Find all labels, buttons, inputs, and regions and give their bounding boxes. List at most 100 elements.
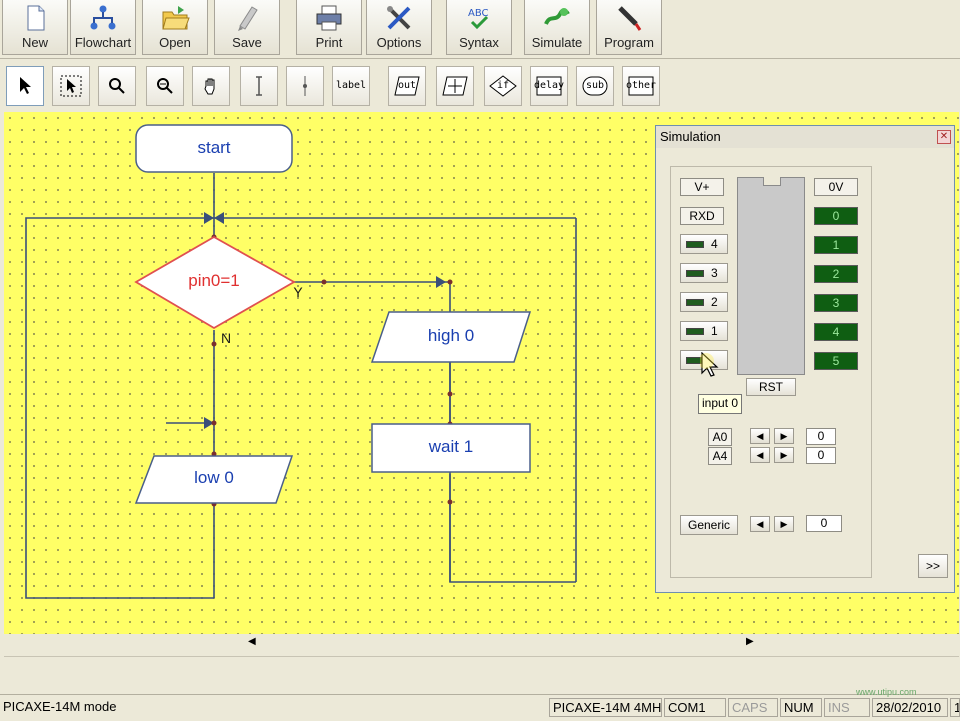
horizontal-scrollbar[interactable]: ◀ ▶ [4, 634, 959, 650]
move-cross-icon [442, 76, 468, 96]
a4-increase-button[interactable]: ▶ [774, 447, 794, 463]
input-pin-3[interactable]: 3 [680, 263, 728, 283]
simulation-titlebar[interactable]: Simulation ✕ [656, 126, 954, 148]
tool-palette: label out if delay sub other [0, 62, 960, 110]
line-icon [256, 76, 262, 96]
label-tool-button[interactable]: label [332, 66, 370, 106]
input-pin-1[interactable]: 1 [680, 321, 728, 341]
open-button[interactable]: Open [142, 0, 208, 55]
input-tooltip: input 0 [698, 394, 743, 414]
if-command-button[interactable]: if [484, 66, 522, 106]
watermark: www.utipu.com [856, 687, 917, 697]
input-pin-2[interactable]: 2 [680, 292, 728, 312]
pointer-icon [20, 77, 31, 94]
new-file-icon [27, 5, 45, 31]
area-select-tool-button[interactable] [52, 66, 90, 106]
generic-decrease-button[interactable]: ◀ [750, 516, 770, 532]
status-mode: PICAXE-14M mode [3, 699, 117, 714]
status-date: 28/02/2010 [872, 698, 948, 717]
zoom-region-tool-button[interactable] [146, 66, 184, 106]
output-led-4: 4 [814, 323, 858, 341]
area-select-icon [60, 75, 82, 97]
syntax-button[interactable]: ABC Syntax [446, 0, 512, 55]
input-led [686, 241, 704, 248]
wait-label: wait 1 [428, 437, 474, 456]
save-icon [238, 6, 258, 31]
chip-notch [763, 177, 781, 186]
generic-button[interactable]: Generic [680, 515, 738, 535]
options-button[interactable]: Options [366, 0, 432, 55]
generic-increase-button[interactable]: ▶ [774, 516, 794, 532]
program-button[interactable]: Program [596, 0, 662, 55]
open-folder-icon [162, 6, 190, 30]
generic-value[interactable]: 0 [806, 515, 842, 532]
program-icon [618, 6, 642, 31]
input-led [686, 270, 704, 277]
scroll-right-icon[interactable]: ▶ [746, 636, 754, 647]
input-pin-4[interactable]: 4 [680, 234, 728, 254]
chip-body [737, 177, 805, 375]
a4-decrease-button[interactable]: ◀ [750, 447, 770, 463]
line-tool-button[interactable] [240, 66, 278, 106]
move-command-button[interactable] [436, 66, 474, 106]
flowchart-button[interactable]: Flowchart [70, 0, 136, 55]
a0-value[interactable]: 0 [806, 428, 836, 445]
tools-icon [387, 6, 411, 30]
hand-icon [204, 78, 215, 95]
simulate-button[interactable]: Simulate [524, 0, 590, 55]
expand-button[interactable]: >> [918, 554, 948, 578]
no-label: N [220, 330, 232, 346]
close-icon[interactable]: ✕ [937, 130, 951, 144]
status-extra: 1 [950, 698, 960, 717]
rxd-label: RXD [680, 207, 724, 225]
output-pane [4, 656, 959, 693]
low-label: low 0 [194, 468, 234, 487]
output-led-2: 2 [814, 265, 858, 283]
connector-icon [303, 76, 307, 96]
printer-icon [316, 5, 342, 31]
status-caps: CAPS [728, 698, 778, 717]
status-chip: PICAXE-14M 4MH [549, 698, 662, 717]
flowchart-icon [90, 5, 116, 30]
output-led-3: 3 [814, 294, 858, 312]
analog-a0-label: A0 [708, 428, 732, 446]
input-led [686, 328, 704, 335]
reset-button[interactable]: RST [746, 378, 796, 396]
start-label: start [197, 138, 231, 157]
analog-a4-label: A4 [708, 447, 732, 465]
output-led-1: 1 [814, 236, 858, 254]
zoom-region-icon [157, 78, 173, 94]
new-button[interactable]: New [2, 0, 68, 55]
status-bar: www.utipu.com PICAXE-14M mode PICAXE-14M… [0, 687, 960, 721]
input-led [686, 299, 704, 306]
save-button[interactable]: Save [214, 0, 280, 55]
a0-increase-button[interactable]: ▶ [774, 428, 794, 444]
delay-command-button[interactable]: delay [530, 66, 568, 106]
sub-command-button[interactable]: sub [576, 66, 614, 106]
decision-label: pin0=1 [188, 271, 240, 290]
output-led-0: 0 [814, 207, 858, 225]
a4-value[interactable]: 0 [806, 447, 836, 464]
connector-tool-button[interactable] [286, 66, 324, 106]
scroll-left-icon[interactable]: ◀ [248, 636, 256, 647]
simulation-title: Simulation [660, 129, 721, 144]
output-led-5: 5 [814, 352, 858, 370]
print-button[interactable]: Print [296, 0, 362, 55]
vplus-label: V+ [680, 178, 724, 196]
pan-tool-button[interactable] [192, 66, 230, 106]
status-ins: INS [824, 698, 870, 717]
out-command-button[interactable]: out [388, 66, 426, 106]
other-command-button[interactable]: other [622, 66, 660, 106]
status-num: NUM [780, 698, 822, 717]
zoom-tool-button[interactable] [98, 66, 136, 106]
syntax-check-icon: ABC [468, 8, 489, 30]
yes-label: Y [293, 284, 303, 300]
simulate-icon [544, 8, 570, 25]
zoom-icon [109, 78, 125, 94]
status-port: COM1 [664, 698, 726, 717]
simulation-panel: Simulation ✕ V+ RXD 4 3 2 1 input 0 RST … [655, 125, 955, 593]
high-label: high 0 [427, 326, 475, 345]
select-tool-button[interactable] [6, 66, 44, 106]
a0-decrease-button[interactable]: ◀ [750, 428, 770, 444]
main-toolbar: New Flowchart Open Save Print Options AB… [0, 0, 960, 59]
